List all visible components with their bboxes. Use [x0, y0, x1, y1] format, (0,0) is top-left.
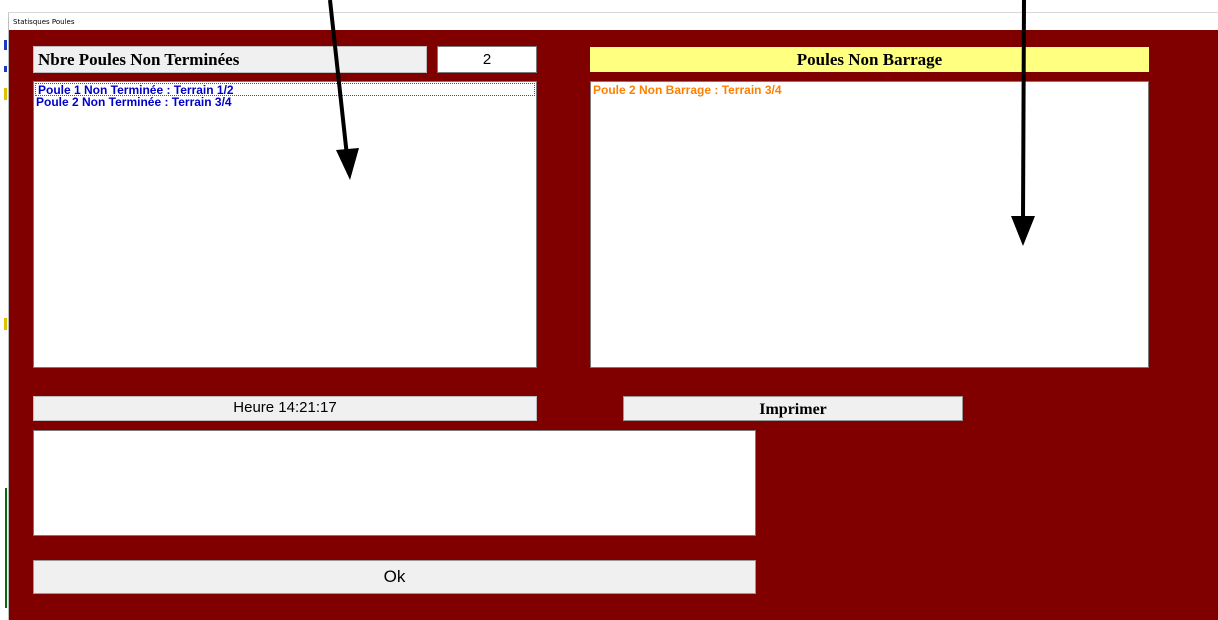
- unfinished-count-label-text: Nbre Poules Non Terminées: [38, 50, 240, 69]
- list-item[interactable]: Poule 2 Non Terminée : Terrain 3/4: [34, 96, 536, 109]
- clock-text: Heure 14:21:17: [233, 399, 337, 416]
- list-item-text: Poule 2 Non Terminée : Terrain 3/4: [36, 95, 232, 109]
- print-button-label: Imprimer: [759, 401, 827, 418]
- unfinished-pools-list[interactable]: Poule 1 Non Terminée : Terrain 1/2 Poule…: [33, 81, 537, 368]
- window-title: Statisques Poules: [13, 18, 75, 26]
- print-button[interactable]: Imprimer: [623, 396, 963, 421]
- unfinished-count-text: 2: [482, 51, 492, 68]
- non-barrage-header-text: Poules Non Barrage: [796, 50, 943, 69]
- message-textarea[interactable]: [33, 430, 756, 536]
- list-item[interactable]: Poule 2 Non Barrage : Terrain 3/4: [591, 84, 1148, 97]
- window-titlebar: Statisques Poules: [8, 12, 1218, 30]
- statistics-window: Nbre Poules Non Terminées 2 Poules Non B…: [9, 30, 1218, 620]
- non-barrage-pools-list[interactable]: Poule 2 Non Barrage : Terrain 3/4: [590, 81, 1149, 368]
- unfinished-count-label: Nbre Poules Non Terminées: [33, 46, 427, 73]
- clock-label: Heure 14:21:17: [33, 396, 537, 421]
- list-item-text: Poule 2 Non Barrage : Terrain 3/4: [593, 83, 782, 97]
- ok-button[interactable]: Ok: [33, 560, 756, 594]
- unfinished-count-value: 2: [437, 46, 537, 73]
- ok-button-label: Ok: [383, 567, 406, 586]
- left-edge-strip: [0, 18, 9, 620]
- non-barrage-header: Poules Non Barrage: [590, 47, 1149, 72]
